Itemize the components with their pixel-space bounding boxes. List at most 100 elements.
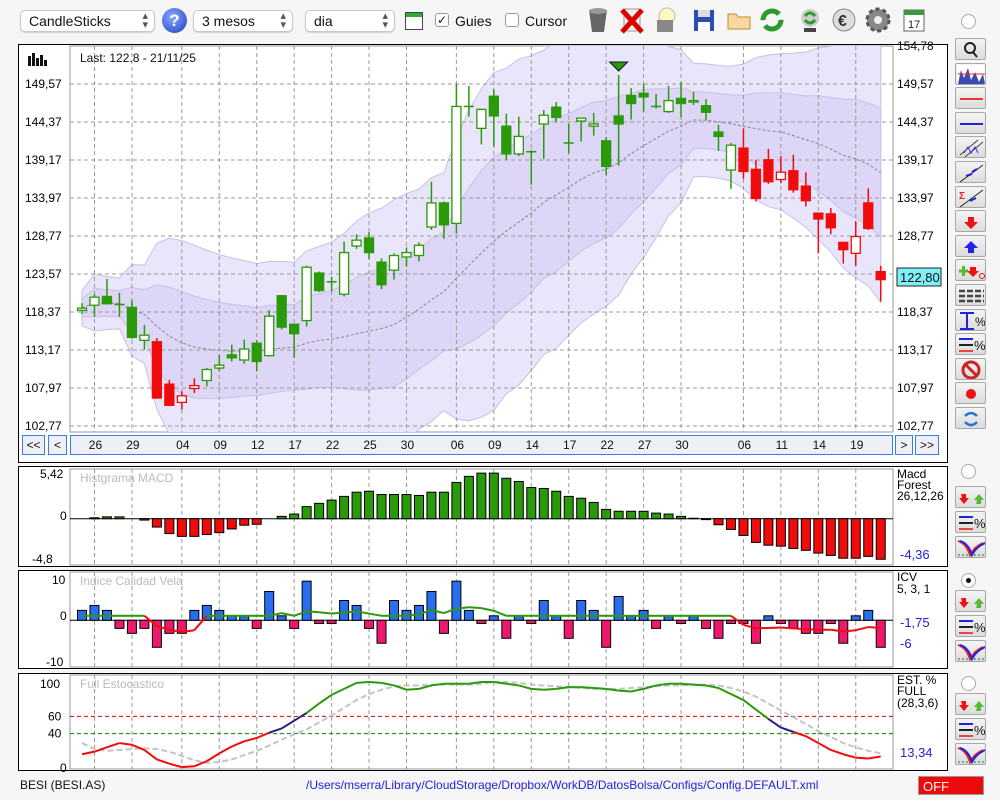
icv-panel-radio[interactable] [961, 573, 976, 588]
signals-icon [959, 494, 984, 504]
red-line-icon [960, 98, 983, 101]
signals-icon [959, 701, 984, 711]
svg-text:17: 17 [908, 19, 920, 31]
signals-icon [959, 598, 984, 608]
trendline-button[interactable] [955, 161, 986, 183]
save-button[interactable] [690, 6, 718, 34]
sell-arrow-icon [964, 217, 978, 230]
trash-button[interactable] [584, 6, 612, 34]
guides-label: Guies [455, 13, 492, 29]
select-chevron-icon: ▴ ▾ [382, 10, 388, 31]
sell-arrow-button[interactable] [955, 210, 986, 233]
buy-arrow-button[interactable] [955, 234, 986, 257]
chart-thumbnail-button[interactable] [955, 62, 986, 85]
channel-icon [959, 140, 984, 158]
nav-last-button[interactable]: >> [915, 435, 939, 455]
delete-icon [620, 8, 644, 34]
date-tick-label: 19 [850, 438, 864, 452]
chart-window-button[interactable] [405, 12, 423, 30]
record-icon [966, 389, 976, 400]
date-tick-label: 09 [213, 438, 227, 452]
date-tick-label: 29 [126, 438, 140, 452]
trendline-icon [959, 164, 984, 182]
channel-button[interactable] [955, 136, 986, 159]
nav-next-button[interactable]: > [895, 435, 913, 455]
settings-button[interactable] [864, 6, 892, 34]
blue-line-button[interactable] [955, 111, 986, 134]
main-chart-radio[interactable] [961, 14, 976, 29]
date-tick-label: 06 [737, 438, 752, 452]
sigma-trendline-button[interactable]: Σ [955, 185, 986, 208]
calendar-button[interactable]: 17 [900, 6, 928, 34]
calendar-icon: 17 [903, 9, 925, 32]
add-remove-signal-icon [959, 266, 985, 280]
level-percent-button[interactable]: % [955, 718, 986, 740]
help-icon: ? [169, 11, 180, 30]
svg-text:€: € [838, 13, 847, 30]
date-tick-label: 17 [563, 438, 577, 452]
nav-prev-button[interactable]: < [48, 435, 67, 455]
no-entry-button[interactable] [955, 357, 986, 380]
signals-button[interactable] [955, 486, 986, 508]
curves-icon [957, 747, 985, 764]
date-tick-label: 26 [88, 438, 103, 452]
chart-type-select[interactable]: CandleSticks ▴ ▾ [20, 10, 155, 32]
save-icon [694, 10, 714, 31]
date-tick-label: 25 [363, 438, 377, 452]
date-tick-label: 22 [600, 438, 614, 452]
lightbulb-button[interactable] [652, 6, 680, 34]
signals-button[interactable] [955, 590, 986, 612]
refresh-button[interactable] [758, 6, 786, 34]
date-tick-label: 06 [450, 438, 465, 452]
macd-panel [18, 466, 948, 567]
grid-lines-button[interactable] [955, 284, 986, 306]
add-remove-signal-button[interactable] [955, 259, 986, 282]
cursor-checkbox[interactable] [505, 13, 519, 27]
macd-panel-radio[interactable] [961, 464, 976, 479]
date-scrollbar[interactable]: 26 29 04 09 12 17 22 25 30 06 09 14 17 22 27 30 06 11 14 19 [70, 435, 893, 455]
nav-prev-label: < [53, 438, 61, 452]
svg-text:%: % [974, 620, 986, 635]
svg-text:%: % [974, 723, 986, 738]
level-percent-icon: % [959, 516, 986, 531]
mode-toggle-button[interactable]: OFF [918, 776, 984, 795]
delete-button[interactable] [618, 6, 646, 34]
open-folder-button[interactable] [725, 6, 753, 34]
help-button[interactable]: ? [162, 8, 187, 33]
guides-checkbox[interactable]: ✓ [435, 13, 449, 27]
curves-icon [957, 644, 985, 661]
blue-line-icon [960, 122, 983, 125]
signals-button[interactable] [955, 693, 986, 715]
nav-first-button[interactable]: << [22, 435, 45, 455]
curves-button[interactable] [955, 640, 986, 662]
period-select[interactable]: 3 mesos ▴ ▾ [193, 10, 293, 32]
stoch-panel-radio[interactable] [961, 676, 976, 691]
curves-button[interactable] [955, 743, 986, 765]
select-chevron-icon: ▴ ▾ [142, 10, 148, 31]
chart-thumbnail-icon [957, 64, 985, 84]
sync-button[interactable] [796, 6, 824, 34]
euro-button[interactable]: € [830, 6, 858, 34]
date-tick-label: 14 [812, 438, 826, 452]
interval-select[interactable]: dia ▴ ▾ [305, 10, 395, 32]
curves-button[interactable] [955, 536, 986, 558]
red-line-button[interactable] [955, 87, 986, 110]
swap-button[interactable] [955, 407, 986, 429]
svg-text:%: % [975, 315, 986, 329]
zoom-button[interactable] [955, 38, 986, 60]
date-tick-label: 30 [400, 438, 415, 452]
level-percent-button[interactable]: % [955, 333, 986, 356]
interval-value: dia [314, 13, 333, 29]
level-percent-icon: % [959, 338, 985, 353]
config-path-link[interactable]: /Users/mserra/Library/CloudStorage/Dropb… [306, 779, 818, 791]
stochastic-panel [18, 673, 948, 771]
svg-text:%: % [974, 516, 986, 531]
level-percent-button[interactable]: % [955, 615, 986, 637]
date-tick-label: 12 [251, 438, 265, 452]
svg-text:Σ: Σ [959, 191, 965, 202]
symbol-label: BESI (BESI.AS) [20, 778, 106, 792]
level-percent-button[interactable]: % [955, 511, 986, 533]
range-percent-button[interactable]: % [955, 308, 986, 331]
record-button[interactable] [955, 382, 986, 405]
mode-label: OFF [923, 779, 949, 794]
